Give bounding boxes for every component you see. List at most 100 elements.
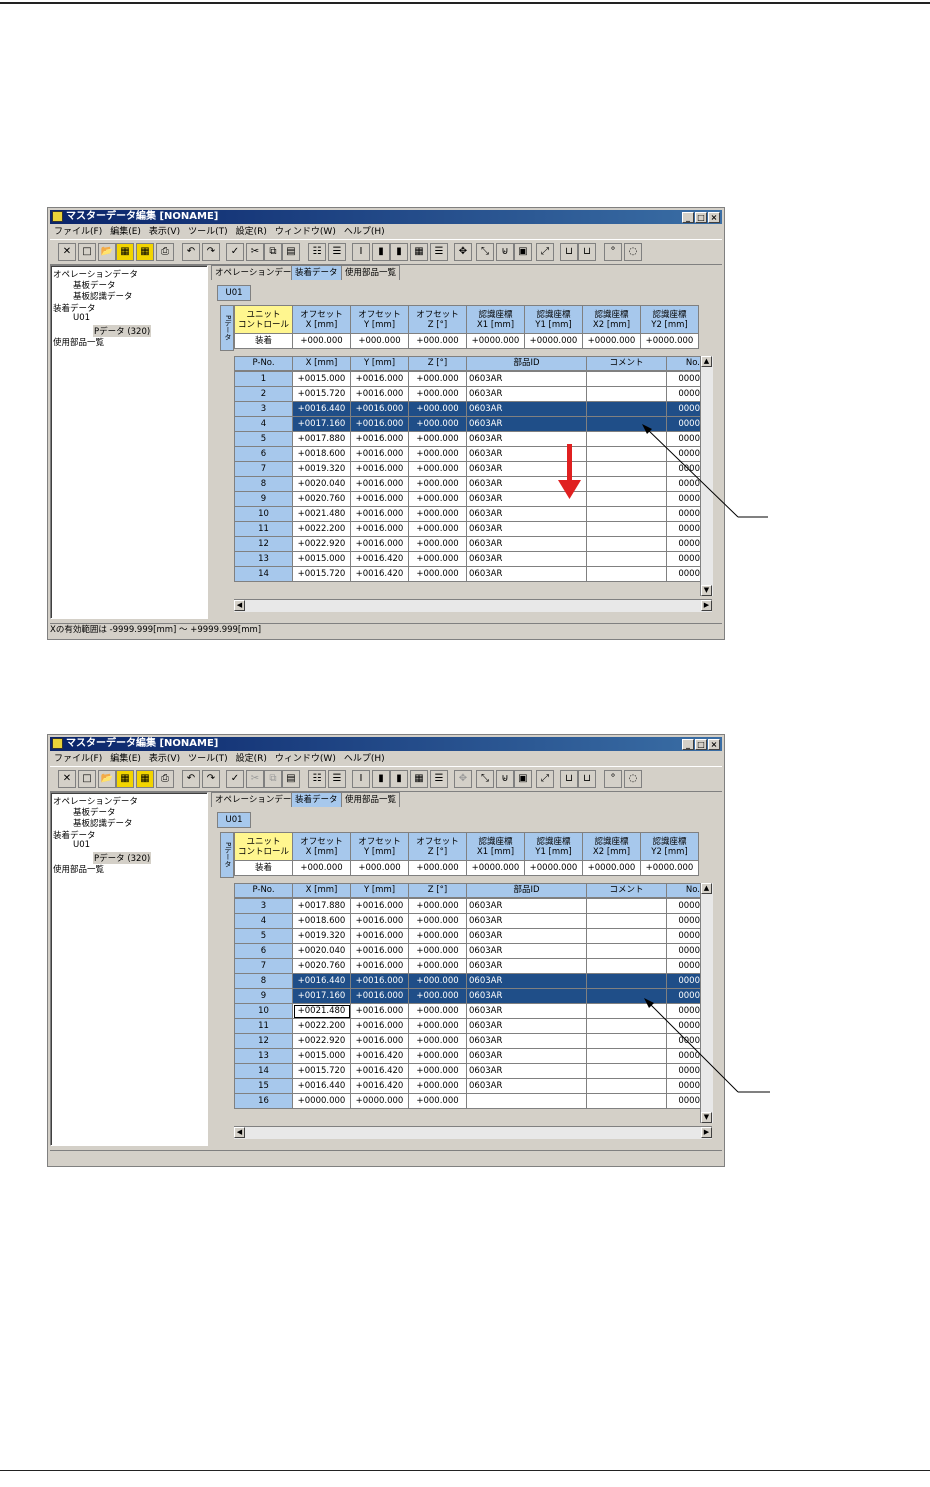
grid-header[interactable]: Y [mm] — [350, 356, 409, 371]
grid-header[interactable]: X [mm] — [292, 883, 351, 898]
grid-cell[interactable]: 0000 — [666, 521, 701, 537]
grid-cell[interactable]: +0016.000 — [350, 371, 409, 387]
grid-cell[interactable]: 0603AR — [466, 898, 587, 914]
grid-header[interactable]: P-No. — [234, 883, 293, 898]
grid-cell[interactable]: +000.000 — [408, 416, 467, 432]
table-row[interactable]: 13 +0015.000 +0016.420 +000.000 0603AR 0000 — [234, 1048, 701, 1064]
grid-cell[interactable]: +0016.000 — [350, 401, 409, 417]
grid-cell[interactable]: +0016.000 — [350, 988, 409, 1004]
minimize-button[interactable]: _ — [682, 212, 694, 223]
redo-icon[interactable]: ↷ — [202, 770, 220, 788]
top-icon[interactable]: ⊔ — [578, 243, 596, 261]
grid-cell[interactable] — [586, 958, 667, 974]
maximize-button[interactable]: □ — [695, 212, 707, 223]
close-button[interactable]: × — [708, 739, 720, 750]
grid-cell[interactable]: 0000 — [666, 958, 701, 974]
grid-header[interactable]: Z [°] — [408, 883, 467, 898]
grid-cell[interactable]: 0603AR — [466, 1033, 587, 1049]
grid-cell[interactable] — [586, 551, 667, 567]
grid-cell[interactable]: +0015.720 — [292, 386, 351, 402]
table-row[interactable]: 1 +0015.000 +0016.000 +000.000 0603AR 0000 — [234, 371, 701, 387]
grid-cell[interactable]: 13 — [234, 551, 293, 567]
left-icon[interactable]: ▮ — [372, 770, 390, 788]
table-row[interactable]: 16 +0000.000 +0000.000 +000.000 0000 — [234, 1093, 701, 1109]
grid-cell[interactable]: 3 — [234, 401, 293, 417]
resize-icon[interactable]: ⤡ — [476, 770, 494, 788]
table-row[interactable]: 15 +0016.440 +0016.420 +000.000 0603AR 0000 — [234, 1078, 701, 1094]
grid-cell[interactable]: +0016.000 — [350, 386, 409, 402]
grid-cell[interactable]: 12 — [234, 536, 293, 552]
grid-cell[interactable]: 0000 — [666, 928, 701, 944]
split-icon[interactable]: ⤢ — [536, 770, 554, 788]
grid-cell[interactable]: +0020.760 — [292, 958, 351, 974]
grid-cell[interactable] — [586, 973, 667, 989]
grid-cell[interactable]: 0000 — [666, 551, 701, 567]
grid-cell[interactable]: +000.000 — [408, 1003, 467, 1019]
grid-cell[interactable]: 6 — [234, 446, 293, 462]
delete-icon[interactable]: ✕ — [58, 243, 76, 261]
grid-cell[interactable]: +0016.000 — [350, 1003, 409, 1019]
grid-cell[interactable]: 14 — [234, 1063, 293, 1079]
tree-item-board-recog[interactable]: 基板認識データ — [73, 290, 133, 302]
grid-cell[interactable]: 10 — [234, 506, 293, 522]
grid-header[interactable]: No. — [666, 356, 701, 371]
grid-header[interactable]: コメント — [586, 356, 667, 371]
grid-cell[interactable]: 0603AR — [466, 913, 587, 929]
undo-icon[interactable]: ↶ — [182, 243, 200, 261]
grid-cell[interactable]: 0000 — [666, 973, 701, 989]
table-row[interactable]: 6 +0018.600 +0016.000 +000.000 0603AR 0000 — [234, 446, 701, 462]
grid-cell[interactable]: 4 — [234, 913, 293, 929]
horizontal-scrollbar[interactable]: ◀ ▶ — [234, 599, 712, 612]
grid-cell[interactable]: 12 — [234, 1033, 293, 1049]
grid-cell[interactable]: +0016.420 — [350, 1063, 409, 1079]
grid-cell[interactable]: 4 — [234, 416, 293, 432]
save-as-icon[interactable]: ▦ — [136, 243, 154, 261]
grid-cell[interactable]: +0017.880 — [292, 898, 351, 914]
grid-cell[interactable]: 14 — [234, 566, 293, 582]
grid-cell[interactable]: +000.000 — [408, 476, 467, 492]
grid-cell[interactable]: +0017.880 — [292, 431, 351, 447]
grid-cell[interactable]: 16 — [234, 1093, 293, 1109]
grid-cell[interactable]: +000.000 — [408, 446, 467, 462]
grid-cell[interactable]: +000.000 — [408, 943, 467, 959]
tree-item-parts-list[interactable]: 使用部品一覧 — [53, 336, 104, 348]
offset-value[interactable]: +0000.000 — [640, 860, 699, 876]
menu-item[interactable]: ファイル(F) — [54, 227, 102, 237]
table-row[interactable]: 8 +0020.040 +0016.000 +000.000 0603AR 0000 — [234, 476, 701, 492]
grid-cell[interactable]: 6 — [234, 943, 293, 959]
grid-cell[interactable]: 0603AR — [466, 371, 587, 387]
grid-cell[interactable]: 0603AR — [466, 928, 587, 944]
scroll-up-icon[interactable]: ▲ — [701, 356, 712, 367]
grid-cell[interactable]: 0603AR — [466, 401, 587, 417]
grid-header[interactable]: Z [°] — [408, 356, 467, 371]
table-row[interactable]: 13 +0015.000 +0016.420 +000.000 0603AR 0000 — [234, 551, 701, 567]
grid-cell[interactable]: +000.000 — [408, 491, 467, 507]
grid-cell[interactable]: +000.000 — [408, 1033, 467, 1049]
grid-cell[interactable]: +0016.420 — [350, 551, 409, 567]
grid-header[interactable]: P-No. — [234, 356, 293, 371]
cursor-icon[interactable]: I — [352, 243, 370, 261]
grid-icon[interactable]: ☷ — [308, 770, 326, 788]
cut-icon[interactable]: ✂ — [246, 243, 264, 261]
grid-cell[interactable]: +0016.440 — [292, 973, 351, 989]
left-icon[interactable]: ▮ — [372, 243, 390, 261]
table-row[interactable]: 7 +0020.760 +0016.000 +000.000 0603AR 0000 — [234, 958, 701, 974]
grid-header[interactable]: Y [mm] — [350, 883, 409, 898]
grid-cell[interactable]: 0000 — [666, 566, 701, 582]
grid-cell[interactable]: 0603AR — [466, 1063, 587, 1079]
grid-cell[interactable]: 0603AR — [466, 1048, 587, 1064]
table-row[interactable]: 12 +0022.920 +0016.000 +000.000 0603AR 0000 — [234, 536, 701, 552]
grid-cell[interactable]: +0015.720 — [292, 1063, 351, 1079]
table-row[interactable]: 11 +0022.200 +0016.000 +000.000 0603AR 0000 — [234, 521, 701, 537]
scroll-down-icon[interactable]: ▼ — [701, 585, 712, 596]
circle-icon[interactable]: ◌ — [624, 770, 642, 788]
table-row[interactable]: 10 +0021.480 +0016.000 +000.000 0603AR 0000 — [234, 506, 701, 522]
grid-cell[interactable] — [466, 1093, 587, 1109]
redo-icon[interactable]: ↷ — [202, 243, 220, 261]
grid-cell[interactable]: 0603AR — [466, 1003, 587, 1019]
grid-cell[interactable]: 0603AR — [466, 988, 587, 1004]
grid-cell[interactable]: +000.000 — [408, 1018, 467, 1034]
table-row[interactable]: 3 +0016.440 +0016.000 +000.000 0603AR 0000 — [234, 401, 701, 417]
grid-cell[interactable]: 7 — [234, 958, 293, 974]
grid-cell[interactable]: +000.000 — [408, 431, 467, 447]
